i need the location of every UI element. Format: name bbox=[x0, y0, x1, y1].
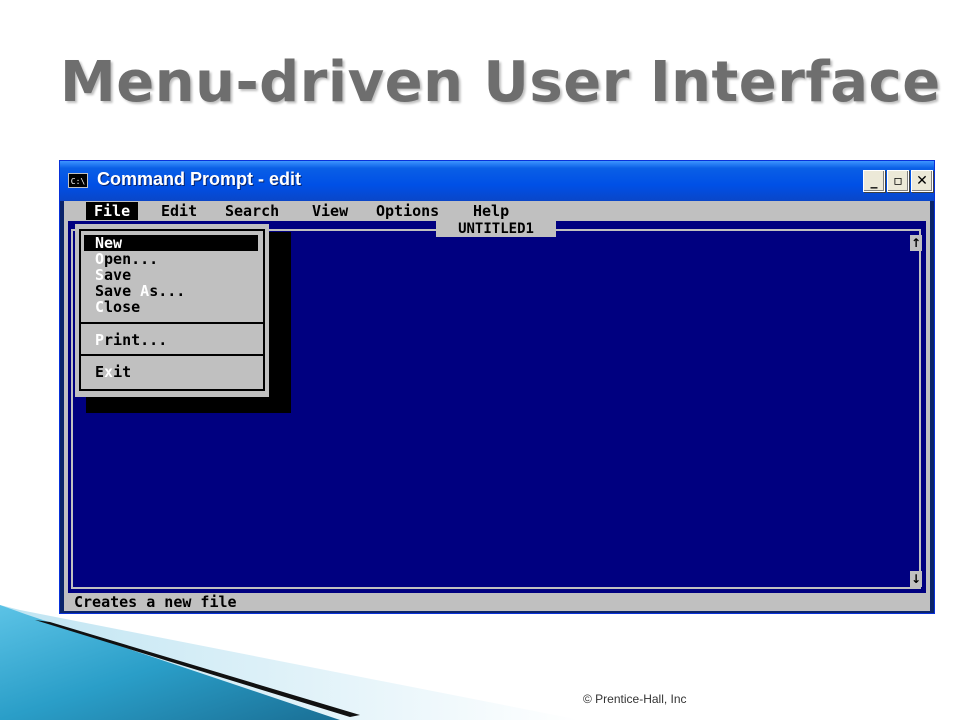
menu-item-print[interactable]: Print... bbox=[84, 332, 258, 348]
maximize-button[interactable]: ▫ bbox=[887, 170, 909, 192]
menu-edit[interactable]: Edit bbox=[161, 202, 197, 220]
menu-item-save[interactable]: Save bbox=[84, 267, 258, 283]
menu-item-label: rint... bbox=[104, 331, 168, 349]
hotkey-letter: A bbox=[140, 282, 150, 300]
menu-bar: File Edit Search View Options Help bbox=[64, 201, 930, 221]
hotkey-letter: P bbox=[95, 331, 105, 349]
hotkey-letter: x bbox=[104, 363, 114, 381]
menu-item-exit[interactable]: Exit bbox=[84, 364, 258, 380]
scroll-up-arrow-icon[interactable]: ↑ bbox=[910, 235, 922, 251]
menu-separator bbox=[79, 354, 265, 356]
menu-item-open[interactable]: Open... bbox=[84, 251, 258, 267]
menu-item-save-as[interactable]: Save As... bbox=[84, 283, 258, 299]
menu-item-close[interactable]: Close bbox=[84, 299, 258, 315]
menu-item-label-prefix: E bbox=[95, 363, 105, 381]
window-title: Command Prompt - edit bbox=[97, 169, 302, 189]
copyright-notice: © Prentice-Hall, Inc bbox=[583, 692, 687, 706]
document-title: UNTITLED1 bbox=[436, 221, 556, 237]
window-titlebar[interactable]: C:\ Command Prompt - edit _ ▫ ✕ bbox=[60, 161, 934, 201]
menu-help[interactable]: Help bbox=[473, 202, 509, 220]
menu-item-new[interactable]: New bbox=[84, 235, 258, 251]
scroll-down-arrow-icon[interactable]: ↓ bbox=[910, 571, 922, 587]
menu-item-label: s... bbox=[149, 282, 186, 300]
menu-view[interactable]: View bbox=[312, 202, 348, 220]
decorative-swoosh bbox=[0, 605, 580, 720]
file-menu-dropdown: New Open... Save Save As... Close Print.… bbox=[75, 224, 269, 397]
menu-search[interactable]: Search bbox=[225, 202, 279, 220]
menu-separator bbox=[79, 322, 265, 324]
menu-item-label: lose bbox=[104, 298, 141, 316]
slide-title: Menu-driven User Interface bbox=[60, 50, 941, 115]
menu-item-label: it bbox=[113, 363, 132, 381]
menu-file[interactable]: File bbox=[86, 202, 139, 220]
hotkey-letter: C bbox=[95, 298, 105, 316]
close-button[interactable]: ✕ bbox=[911, 170, 933, 192]
minimize-button[interactable]: _ bbox=[863, 170, 885, 192]
menu-options[interactable]: Options bbox=[376, 202, 439, 220]
cmd-icon[interactable]: C:\ bbox=[68, 173, 88, 188]
